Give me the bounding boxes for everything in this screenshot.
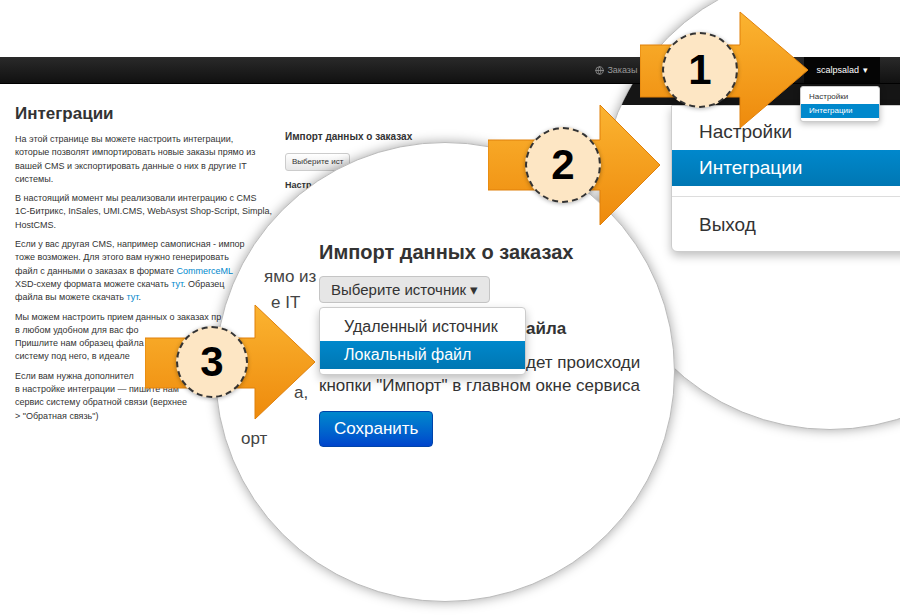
text-line: 1С-Битрикс, InSales, UMI.CMS, WebAsyst S… [15,205,275,218]
source-option[interactable]: Удаленный источник [320,313,525,341]
menu-item[interactable]: Интеграции [672,150,900,186]
step-badge: 3 [176,326,248,398]
source-select-label: Выберите источник [331,281,466,299]
text-segment: 1С-Битрикс, InSales, UMI.CMS, WebAsyst S… [15,206,272,216]
text-segment: . Образец [183,279,224,289]
step-badge: 1 [662,32,738,108]
text-segment: сервис систему обратной связи (верхнее [15,397,187,407]
text-line: которые позволят импортировать новые зак… [15,146,275,159]
user-dropdown: НастройкиИнтеграции [800,86,880,122]
background-text-fragment: ямо из [264,267,316,287]
text-link[interactable]: CommerceML [177,266,234,276]
text-segment: Если вам нужна дополнител [15,371,134,381]
dropdown-item[interactable]: Интеграции [801,104,879,118]
text-segment: Мы можем настроить прием данных о заказа… [15,312,221,322]
source-options-menu: Удаленный источникЛокальный файл [319,307,526,375]
text-segment: системы. [15,174,53,184]
text-link[interactable]: тут [171,279,183,289]
text-link[interactable]: тут [127,292,139,302]
source-select[interactable]: Выберите источник▾ [319,276,490,303]
zoomed-import-title: Импорт данных о заказах [319,240,573,264]
text-segment: Пришлите нам образец файла [15,338,144,348]
step-number: 2 [551,144,574,186]
text-segment: которые позволят импортировать новые зак… [15,147,255,157]
text-line: Если у вас другая CMS, например самописн… [15,238,275,251]
background-text-fragment: орт [241,429,267,449]
background-text-fragment: е IT [271,293,300,313]
intro-paragraph: На этой странице вы можете настроить инт… [15,133,275,186]
page-title: Интеграции [15,104,275,124]
step-number: 3 [200,341,223,383]
menu-item[interactable]: Выход [672,207,900,243]
orders-link[interactable]: Заказы [595,64,637,76]
user-name: scalpsalad [816,64,859,76]
screen: Заказы scalpsalad ▾ Интеграции На этой стран… [0,0,900,615]
source-option[interactable]: Локальный файл [320,341,525,369]
text-segment: > "Обратная связь") [15,411,98,421]
text-segment: вашей CMS и экспортировать данные о них … [15,161,247,171]
text-segment: HostCMS. [15,220,56,230]
text-segment: На этой странице вы можете настроить инт… [15,134,233,144]
text-line: В настоящий момент мы реализовали интегр… [15,192,275,205]
caret-icon: ▾ [863,64,868,76]
globe-icon [595,66,604,75]
file-section-text: кнопки "Импорт" в главном окне сервиса [319,376,640,396]
user-menu-button[interactable]: scalpsalad ▾ [804,57,880,83]
text-segment: В настоящий момент мы реализовали интегр… [15,193,257,203]
text-segment: XSD-схему формата можете скачать [15,279,171,289]
orders-label: Заказы [607,64,637,76]
save-button[interactable]: Сохранить [319,411,433,447]
text-segment: . [138,292,141,302]
text-segment: систему под него, в идеале [15,351,130,361]
dropdown-item[interactable]: Настройки [801,90,879,104]
text-segment: файл с данными о заказах в формате [15,266,177,276]
text-line: тоже возможен. Для этого вам нужно генер… [15,251,275,264]
text-line: системы. [15,173,275,186]
step-number: 1 [688,49,711,91]
text-segment: в любом удобном для вас фо [15,325,138,335]
background-text-fragment: а, [294,383,308,403]
intro-paragraph: В настоящий момент мы реализовали интегр… [15,192,275,232]
text-segment: тоже возможен. Для этого вам нужно генер… [15,252,229,262]
text-line: вашей CMS и экспортировать данные о них … [15,160,275,173]
step-badge: 2 [525,127,601,203]
text-segment: файла вы можете скачать [15,292,127,302]
text-line: На этой странице вы можете настроить инт… [15,133,275,146]
text-line: HostCMS. [15,219,275,232]
caret-icon: ▾ [470,281,478,299]
text-segment: Если у вас другая CMS, например самописн… [15,239,245,249]
import-title: Импорт данных о заказах [285,131,412,143]
zoomed-user-menu: НастройкиИнтеграцииВыход [671,105,900,252]
menu-divider [672,196,900,197]
